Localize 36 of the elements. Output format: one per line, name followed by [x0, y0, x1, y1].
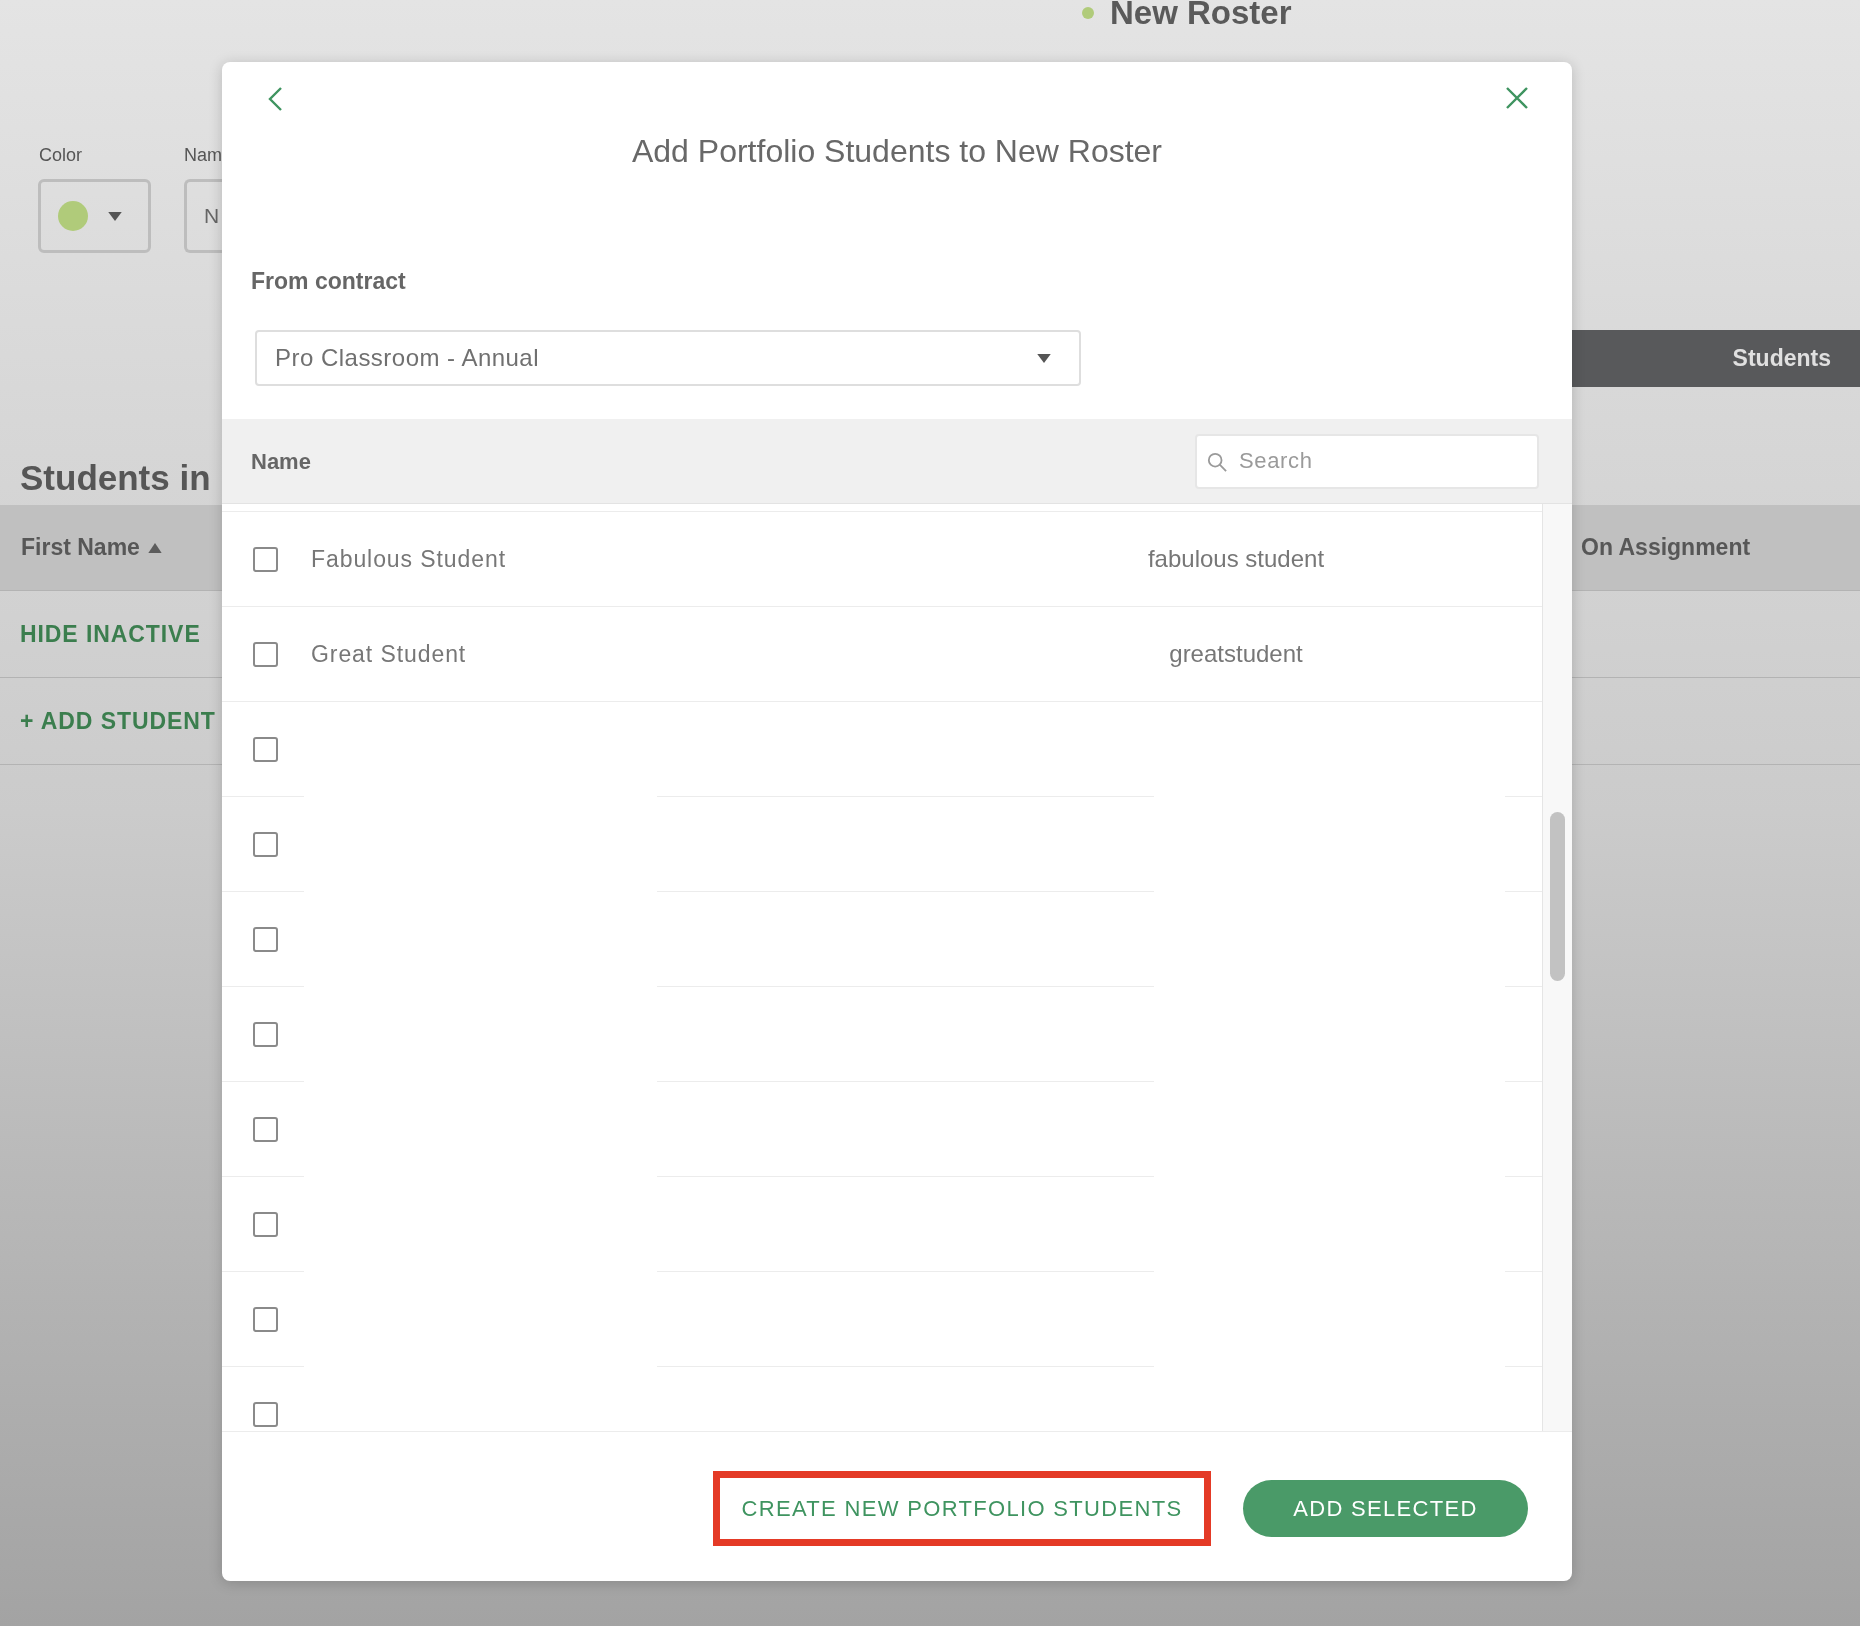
- column-header: Name: [251, 447, 311, 476]
- action-link[interactable]: + ADD STUDENT: [20, 703, 216, 739]
- close-icon: [1505, 86, 1529, 110]
- checkbox[interactable]: [253, 1401, 278, 1427]
- action-link[interactable]: HIDE INACTIVE: [20, 616, 201, 652]
- contract-select[interactable]: Pro Classroom - Annual: [255, 330, 1081, 386]
- section-title: Students in: [19, 457, 212, 499]
- add-selected-button[interactable]: ADD SELECTED: [1243, 1480, 1528, 1537]
- search-icon: [1207, 451, 1227, 472]
- checkbox[interactable]: [253, 641, 278, 667]
- search-field[interactable]: Search: [1195, 433, 1539, 489]
- student-name: Great Student: [311, 640, 467, 667]
- checkbox[interactable]: [253, 926, 278, 952]
- field-label: Nam: [184, 144, 222, 167]
- color-select[interactable]: [38, 179, 151, 253]
- close-button[interactable]: [1505, 86, 1529, 110]
- caret-down-icon: [1037, 353, 1051, 363]
- scrollbar-thumb[interactable]: [1550, 812, 1565, 981]
- tab[interactable]: Students: [1732, 341, 1831, 376]
- checkbox[interactable]: [253, 831, 278, 857]
- dialog-title: Add Portfolio Students to New Roster: [630, 132, 1163, 170]
- student-username: fabulous student: [1147, 544, 1325, 574]
- caret-down-icon: [108, 211, 122, 221]
- student-username: greatstudent: [1169, 639, 1303, 669]
- column-header[interactable]: First Name: [21, 530, 140, 565]
- student-name: Fabulous Student: [311, 545, 506, 572]
- field-label: Color: [38, 144, 83, 167]
- field-label: From contract: [250, 268, 407, 294]
- checkbox[interactable]: [253, 546, 278, 572]
- checkbox[interactable]: [253, 1211, 278, 1237]
- checkbox[interactable]: [253, 1306, 278, 1332]
- checkbox[interactable]: [253, 736, 278, 762]
- checkbox[interactable]: [253, 1021, 278, 1047]
- roster-title: New Roster: [1110, 0, 1292, 26]
- checkbox[interactable]: [253, 1116, 278, 1142]
- column-header[interactable]: On Assignment: [1581, 530, 1751, 565]
